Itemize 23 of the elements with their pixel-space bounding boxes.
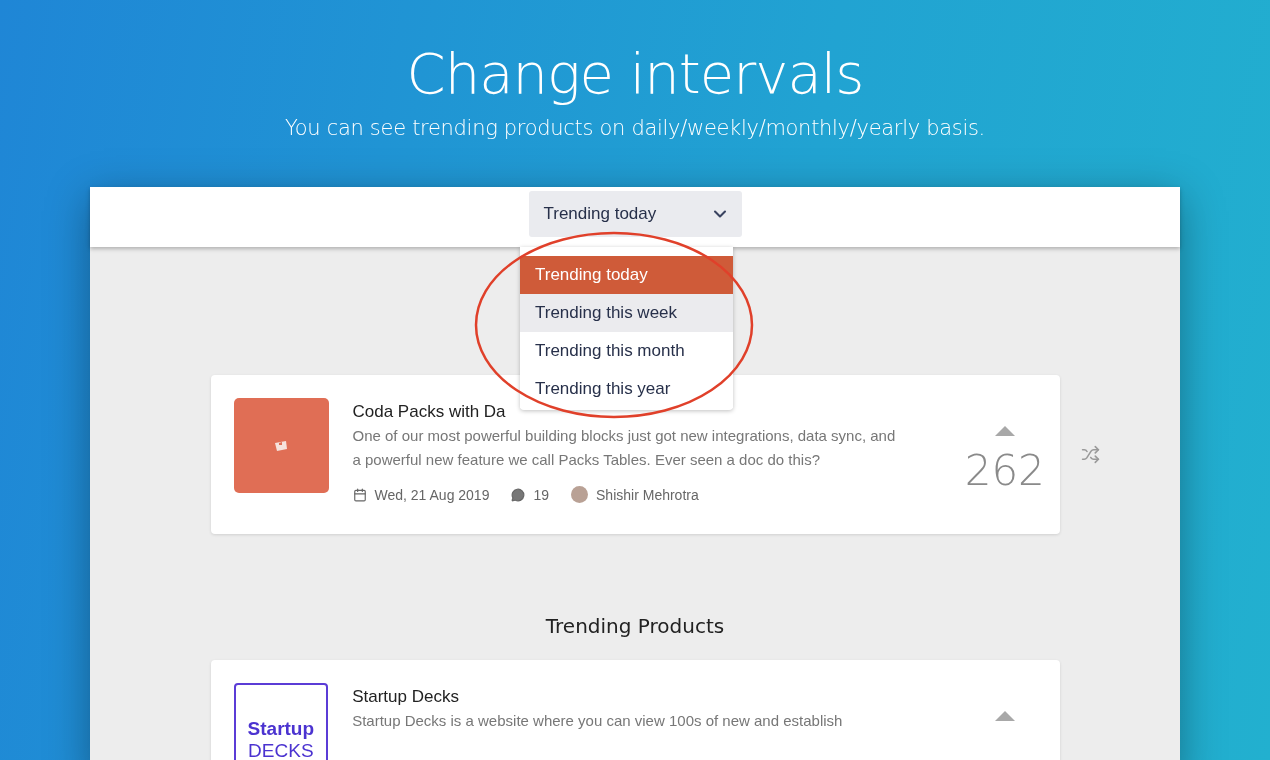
- product-title[interactable]: Coda Packs with Da: [352, 402, 506, 422]
- interval-option[interactable]: Trending this month: [520, 332, 733, 370]
- calendar-icon: [352, 487, 367, 502]
- product-title[interactable]: Startup Decks: [352, 687, 459, 707]
- page-title: Change intervals: [406, 40, 864, 108]
- product-description: Startup Decks is a website where you can view 100s of new and establish: [352, 711, 844, 731]
- comment-count: 19: [533, 486, 550, 503]
- interval-option[interactable]: Trending today: [520, 256, 733, 294]
- author-name: Shishir Mehrotra: [596, 486, 699, 503]
- upvote-button[interactable]: [994, 711, 1015, 721]
- interval-option[interactable]: Trending this week: [520, 294, 733, 332]
- section-title: Trending Products: [545, 614, 725, 638]
- comment-icon: [511, 487, 526, 502]
- shuffle-icon[interactable]: [1080, 445, 1100, 464]
- product-description: One of our most powerful building blocks just got new integrations, data sync, and a powerful new feature we call Packs Tables. Ever seen a doc do this?: [352, 426, 897, 470]
- interval-option[interactable]: Trending this year: [520, 370, 733, 408]
- vote-count: 262: [964, 446, 1045, 495]
- post-date: Wed, 21 Aug 2019: [374, 486, 490, 503]
- avatar: [571, 486, 589, 503]
- interval-select[interactable]: Trending today: [528, 191, 742, 237]
- page-subtitle: You can see trending products on daily/weekly/monthly/yearly basis.: [285, 116, 985, 140]
- upvote-button[interactable]: [994, 426, 1015, 436]
- product-logo: Startup DECKS: [233, 683, 329, 760]
